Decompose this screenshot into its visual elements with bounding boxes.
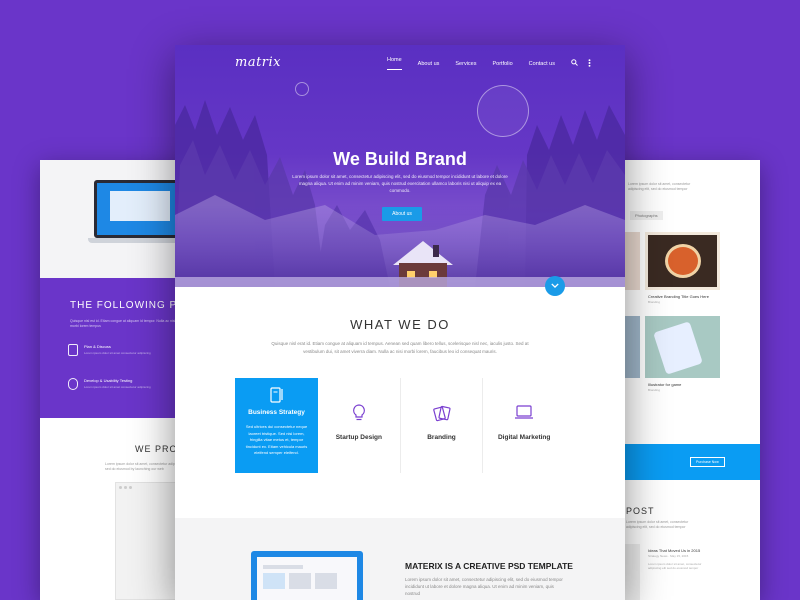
service-title: Business Strategy — [248, 409, 305, 416]
section-title: WHAT WE DO — [350, 317, 450, 332]
lightbulb-icon — [352, 404, 366, 427]
portfolio-image-phone[interactable] — [645, 316, 720, 378]
post-title[interactable]: Ideas That Moved Us in 2015 — [648, 548, 700, 553]
service-card-startup-design[interactable]: Startup Design — [318, 378, 401, 473]
service-card-branding[interactable]: Branding — [401, 378, 484, 473]
clipboard-icon — [68, 344, 78, 356]
post-heading: POST — [626, 506, 655, 516]
moon-circle — [477, 85, 529, 137]
feature-plan: Plan & Discuss Lorem ipsum dolor sit ame… — [68, 344, 154, 356]
portfolio-item-category: Branding — [648, 300, 661, 304]
promo-section: MATERIX IS A CREATIVE PSD TEMPLATE Lorem… — [175, 518, 625, 600]
portfolio-intro: Lorem ipsum dolor sit amet, consectetur … — [628, 182, 691, 191]
service-title: Digital Marketing — [497, 434, 551, 441]
feature-title: Develop & Usability Testing — [84, 378, 133, 383]
portfolio-image-food[interactable] — [645, 232, 720, 290]
main-nav: Home About us Services Portfolio Contact… — [387, 57, 601, 70]
service-card-business-strategy[interactable]: Business Strategy Sed ultrices dui conse… — [235, 378, 318, 473]
nav-item-about[interactable]: About us — [418, 61, 440, 67]
about-us-button[interactable]: About us — [382, 207, 422, 221]
portfolio-item-title: Illustrator for game — [648, 382, 682, 387]
small-moon-circle — [295, 82, 309, 96]
search-icon[interactable] — [571, 59, 578, 68]
hero-section: matrix Home About us Services Portfolio … — [175, 45, 625, 287]
laptop-image — [88, 180, 192, 243]
promo-heading: MATERIX IS A CREATIVE PSD TEMPLATE — [405, 561, 573, 571]
portfolio-item-category: Branding — [648, 388, 661, 392]
feature-develop: Develop & Usability Testing Lorem ipsum … — [68, 378, 154, 390]
main-preview-page: matrix Home About us Services Portfolio … — [175, 45, 625, 600]
site-logo[interactable]: matrix — [235, 55, 281, 70]
nav-item-contact[interactable]: Contact us — [529, 61, 555, 67]
feature-title: Plan & Discuss — [84, 344, 111, 349]
cards-icon — [432, 404, 451, 427]
filter-tab-photographs[interactable]: Photographs — [630, 211, 663, 220]
post-excerpt: Lorem ipsum dolor sit amet, consectetur … — [648, 562, 702, 570]
service-title: Startup Design — [335, 434, 382, 441]
purchase-button[interactable]: Purchase Now — [690, 457, 725, 467]
services-row: Business Strategy Sed ultrices dui conse… — [235, 378, 565, 473]
post-meta: Strategy News · May 15, 2015 — [648, 554, 689, 558]
hero-title: We Build Brand — [333, 149, 467, 169]
service-description: Sed ultrices dui consectetur neque laore… — [245, 424, 308, 455]
more-options-icon[interactable] — [588, 58, 591, 69]
promo-text: Lorem ipsum dolor sit amet, consectetur … — [405, 577, 563, 596]
nav-item-portfolio[interactable]: Portfolio — [492, 61, 512, 67]
hero-lead: Lorem ipsum dolor sit amet, consectetur … — [292, 174, 508, 193]
notebook-icon — [269, 387, 285, 408]
service-title: Branding — [427, 434, 456, 441]
section-text: Quisque nisl erat id. Etiam congue at al… — [271, 341, 529, 354]
post-intro: Lorem ipsum dolor sit amet, consectetur … — [626, 520, 689, 529]
service-card-digital-marketing[interactable]: Digital Marketing — [483, 378, 565, 473]
nav-item-services[interactable]: Services — [455, 61, 476, 67]
laptop-icon — [514, 404, 534, 425]
device-mockup — [251, 551, 363, 600]
feature-desc: Lorem ipsum dolor sit amet consectetur a… — [84, 385, 151, 389]
process-intro: Quisque nisl est id. Etiam congue at ali… — [70, 319, 176, 328]
scroll-down-button[interactable] — [545, 276, 565, 296]
feature-desc: Lorem ipsum dolor sit amet consectetur a… — [84, 351, 151, 355]
nav-item-home[interactable]: Home — [387, 57, 402, 70]
portfolio-item-title: Creative Branding Title Goes Here — [648, 294, 709, 299]
mouse-icon — [68, 378, 78, 390]
chevron-down-icon — [551, 283, 559, 289]
